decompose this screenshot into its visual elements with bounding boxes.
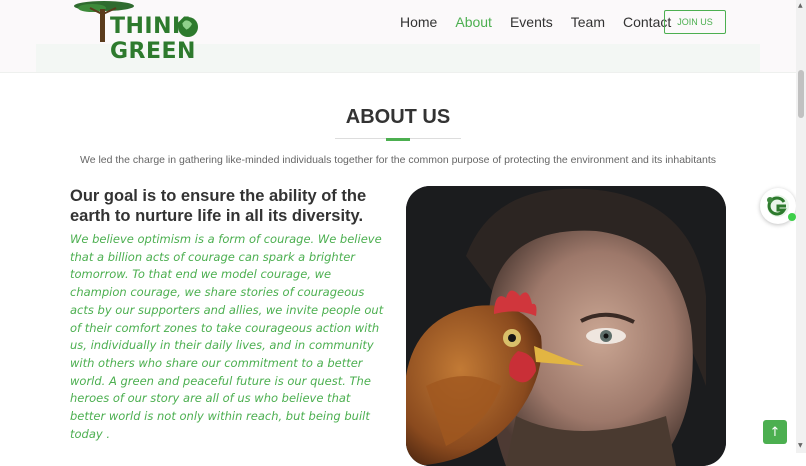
arrow-up-icon: ↑ [769, 424, 781, 440]
back-to-top-button[interactable]: ↑ [763, 420, 787, 444]
section-title: ABOUT US [345, 106, 451, 128]
nav-about[interactable]: About [455, 14, 492, 30]
scrollbar-thumb[interactable] [798, 70, 804, 118]
main-nav: Home About Events Team Contact [400, 14, 689, 30]
page-scrollbar[interactable]: ▲ ▼ [796, 0, 806, 453]
brand-logo[interactable]: THINK GREEN [72, 0, 272, 64]
nav-events[interactable]: Events [510, 14, 553, 30]
nav-home[interactable]: Home [400, 14, 437, 30]
section-subtitle: We led the charge in gathering like-mind… [79, 154, 716, 166]
title-accent-bar [386, 138, 410, 141]
nav-team[interactable]: Team [571, 14, 605, 30]
logo-wordmark: THINK GREEN [110, 14, 196, 64]
online-status-indicator [788, 213, 796, 221]
site-header: THINK GREEN Home About Events Team Conta… [0, 0, 796, 73]
scroll-down-icon[interactable]: ▼ [798, 442, 803, 449]
about-body: We believe optimism is a form of courage… [70, 232, 384, 441]
man-with-hen-image [406, 186, 726, 466]
chat-widget-button[interactable] [760, 188, 796, 224]
join-us-button[interactable]: JOIN US [664, 10, 726, 34]
scroll-up-icon[interactable]: ▲ [798, 2, 803, 9]
goal-heading: Our goal is to ensure the ability of the… [70, 187, 367, 225]
about-photo [406, 186, 726, 466]
